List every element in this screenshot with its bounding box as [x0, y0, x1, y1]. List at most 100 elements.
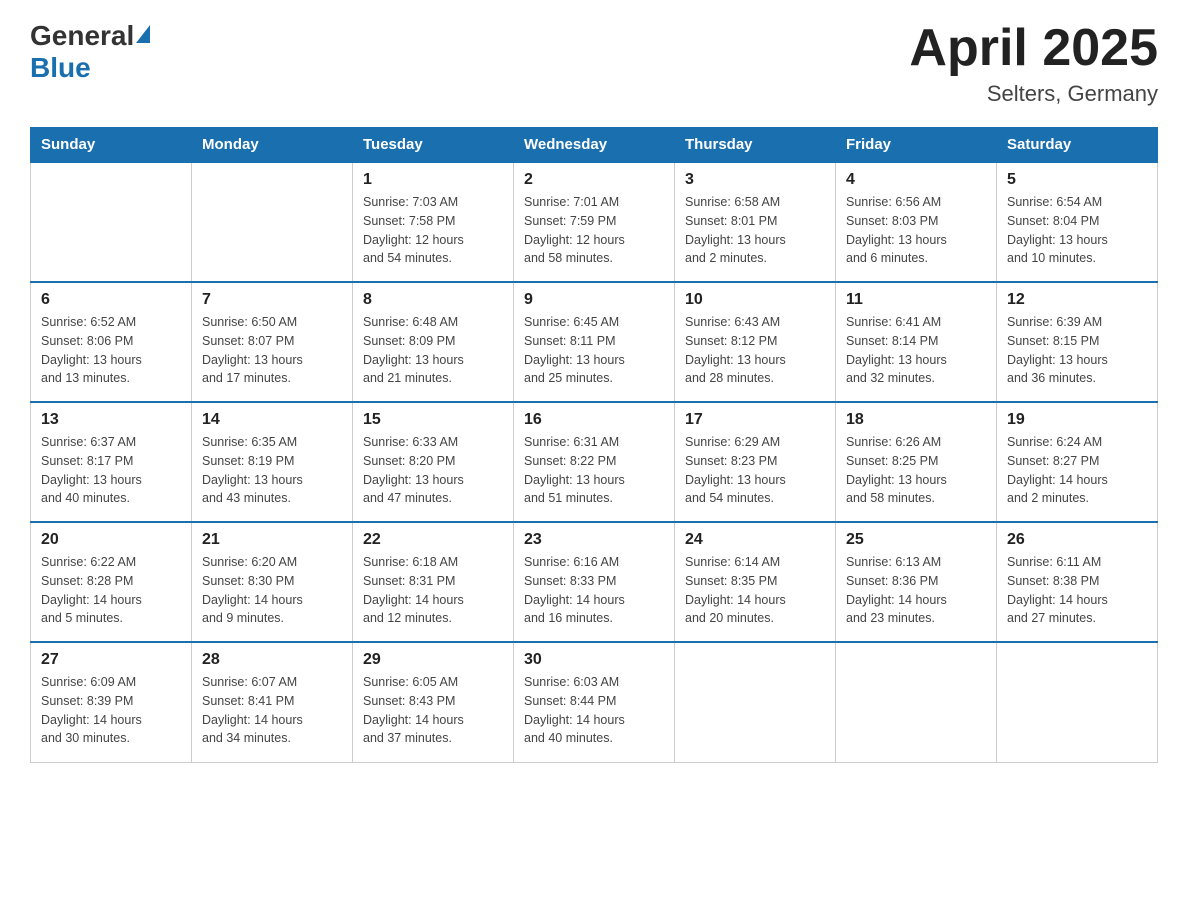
day-info: Sunrise: 6:52 AM Sunset: 8:06 PM Dayligh… [41, 313, 181, 388]
calendar-cell: 19 Sunrise: 6:24 AM Sunset: 8:27 PM Dayli… [997, 402, 1158, 522]
day-info: Sunrise: 6:13 AM Sunset: 8:36 PM Dayligh… [846, 553, 986, 628]
calendar-cell: 29 Sunrise: 6:05 AM Sunset: 8:43 PM Dayli… [353, 642, 514, 762]
logo-triangle-icon [136, 25, 150, 43]
calendar-cell: 25 Sunrise: 6:13 AM Sunset: 8:36 PM Dayli… [836, 522, 997, 642]
day-number: 10 [685, 291, 825, 309]
day-number: 8 [363, 291, 503, 309]
day-number: 25 [846, 531, 986, 549]
weekday-header-saturday: Saturday [997, 128, 1158, 163]
weekday-header-sunday: Sunday [31, 128, 192, 163]
day-number: 6 [41, 291, 181, 309]
weekday-header-wednesday: Wednesday [514, 128, 675, 163]
calendar-cell: 11 Sunrise: 6:41 AM Sunset: 8:14 PM Dayli… [836, 282, 997, 402]
day-number: 27 [41, 651, 181, 669]
day-info: Sunrise: 6:24 AM Sunset: 8:27 PM Dayligh… [1007, 433, 1147, 508]
calendar-cell: 13Sunrise: 6:37 AM Sunset: 8:17 PM Dayli… [31, 402, 192, 522]
day-number: 14 [202, 411, 342, 429]
weekday-header-monday: Monday [192, 128, 353, 163]
day-info: Sunrise: 6:31 AM Sunset: 8:22 PM Dayligh… [524, 433, 664, 508]
day-number: 9 [524, 291, 664, 309]
day-info: Sunrise: 6:50 AM Sunset: 8:07 PM Dayligh… [202, 313, 342, 388]
day-info: Sunrise: 6:18 AM Sunset: 8:31 PM Dayligh… [363, 553, 503, 628]
day-number: 12 [1007, 291, 1147, 309]
weekday-header-row: SundayMondayTuesdayWednesdayThursdayFrid… [31, 128, 1158, 163]
day-number: 1 [363, 171, 503, 189]
day-number: 5 [1007, 171, 1147, 189]
calendar-cell [675, 642, 836, 762]
day-info: Sunrise: 6:22 AM Sunset: 8:28 PM Dayligh… [41, 553, 181, 628]
day-info: Sunrise: 6:48 AM Sunset: 8:09 PM Dayligh… [363, 313, 503, 388]
month-year-title: April 2025 [909, 20, 1158, 77]
calendar-week-row: 27 Sunrise: 6:09 AM Sunset: 8:39 PM Dayli… [31, 642, 1158, 762]
calendar-cell: 4Sunrise: 6:56 AM Sunset: 8:03 PM Daylig… [836, 162, 997, 282]
day-number: 23 [524, 531, 664, 549]
calendar-cell: 8 Sunrise: 6:48 AM Sunset: 8:09 PM Daylig… [353, 282, 514, 402]
day-number: 20 [41, 531, 181, 549]
day-info: Sunrise: 6:09 AM Sunset: 8:39 PM Dayligh… [41, 673, 181, 748]
calendar-cell: 2 Sunrise: 7:01 AM Sunset: 7:59 PM Daylig… [514, 162, 675, 282]
calendar-title-area: April 2025 Selters, Germany [909, 20, 1158, 107]
day-number: 26 [1007, 531, 1147, 549]
calendar-cell: 26 Sunrise: 6:11 AM Sunset: 8:38 PM Dayli… [997, 522, 1158, 642]
calendar-cell [836, 642, 997, 762]
calendar-cell [192, 162, 353, 282]
calendar-cell: 12 Sunrise: 6:39 AM Sunset: 8:15 PM Dayli… [997, 282, 1158, 402]
weekday-header-friday: Friday [836, 128, 997, 163]
calendar-cell: 30 Sunrise: 6:03 AM Sunset: 8:44 PM Dayli… [514, 642, 675, 762]
day-number: 24 [685, 531, 825, 549]
calendar-cell: 16 Sunrise: 6:31 AM Sunset: 8:22 PM Dayli… [514, 402, 675, 522]
day-info: Sunrise: 6:11 AM Sunset: 8:38 PM Dayligh… [1007, 553, 1147, 628]
calendar-cell: 14 Sunrise: 6:35 AM Sunset: 8:19 PM Dayli… [192, 402, 353, 522]
day-info: Sunrise: 6:14 AM Sunset: 8:35 PM Dayligh… [685, 553, 825, 628]
day-info: Sunrise: 6:29 AM Sunset: 8:23 PM Dayligh… [685, 433, 825, 508]
day-info: Sunrise: 6:16 AM Sunset: 8:33 PM Dayligh… [524, 553, 664, 628]
day-number: 16 [524, 411, 664, 429]
day-number: 30 [524, 651, 664, 669]
page-header: General Blue April 2025 Selters, Germany [30, 20, 1158, 107]
location-subtitle: Selters, Germany [909, 81, 1158, 107]
weekday-header-tuesday: Tuesday [353, 128, 514, 163]
calendar-cell: 23 Sunrise: 6:16 AM Sunset: 8:33 PM Dayli… [514, 522, 675, 642]
calendar-week-row: 13Sunrise: 6:37 AM Sunset: 8:17 PM Dayli… [31, 402, 1158, 522]
logo: General Blue [30, 20, 150, 84]
calendar-cell: 22Sunrise: 6:18 AM Sunset: 8:31 PM Dayli… [353, 522, 514, 642]
calendar-cell [31, 162, 192, 282]
day-info: Sunrise: 6:07 AM Sunset: 8:41 PM Dayligh… [202, 673, 342, 748]
day-number: 19 [1007, 411, 1147, 429]
calendar-cell: 18Sunrise: 6:26 AM Sunset: 8:25 PM Dayli… [836, 402, 997, 522]
calendar-cell: 7 Sunrise: 6:50 AM Sunset: 8:07 PM Daylig… [192, 282, 353, 402]
day-number: 2 [524, 171, 664, 189]
calendar-cell: 5 Sunrise: 6:54 AM Sunset: 8:04 PM Daylig… [997, 162, 1158, 282]
day-info: Sunrise: 6:54 AM Sunset: 8:04 PM Dayligh… [1007, 193, 1147, 268]
calendar-cell: 10 Sunrise: 6:43 AM Sunset: 8:12 PM Dayli… [675, 282, 836, 402]
logo-general-text: General [30, 20, 134, 52]
calendar-week-row: 20 Sunrise: 6:22 AM Sunset: 8:28 PM Dayli… [31, 522, 1158, 642]
day-number: 21 [202, 531, 342, 549]
logo-blue-text: Blue [30, 52, 91, 84]
calendar-cell: 28 Sunrise: 6:07 AM Sunset: 8:41 PM Dayli… [192, 642, 353, 762]
calendar-cell: 15Sunrise: 6:33 AM Sunset: 8:20 PM Dayli… [353, 402, 514, 522]
calendar-cell [997, 642, 1158, 762]
day-info: Sunrise: 6:33 AM Sunset: 8:20 PM Dayligh… [363, 433, 503, 508]
calendar-cell: 3 Sunrise: 6:58 AM Sunset: 8:01 PM Daylig… [675, 162, 836, 282]
calendar-cell: 9 Sunrise: 6:45 AM Sunset: 8:11 PM Daylig… [514, 282, 675, 402]
calendar-week-row: 6 Sunrise: 6:52 AM Sunset: 8:06 PM Daylig… [31, 282, 1158, 402]
day-number: 28 [202, 651, 342, 669]
day-number: 7 [202, 291, 342, 309]
day-number: 13 [41, 411, 181, 429]
calendar-cell: 1Sunrise: 7:03 AM Sunset: 7:58 PM Daylig… [353, 162, 514, 282]
day-info: Sunrise: 7:01 AM Sunset: 7:59 PM Dayligh… [524, 193, 664, 268]
day-info: Sunrise: 6:39 AM Sunset: 8:15 PM Dayligh… [1007, 313, 1147, 388]
day-info: Sunrise: 6:35 AM Sunset: 8:19 PM Dayligh… [202, 433, 342, 508]
day-info: Sunrise: 6:03 AM Sunset: 8:44 PM Dayligh… [524, 673, 664, 748]
day-number: 11 [846, 291, 986, 309]
day-info: Sunrise: 6:43 AM Sunset: 8:12 PM Dayligh… [685, 313, 825, 388]
day-number: 29 [363, 651, 503, 669]
calendar-cell: 6 Sunrise: 6:52 AM Sunset: 8:06 PM Daylig… [31, 282, 192, 402]
day-info: Sunrise: 6:05 AM Sunset: 8:43 PM Dayligh… [363, 673, 503, 748]
day-info: Sunrise: 6:45 AM Sunset: 8:11 PM Dayligh… [524, 313, 664, 388]
day-number: 3 [685, 171, 825, 189]
day-info: Sunrise: 6:41 AM Sunset: 8:14 PM Dayligh… [846, 313, 986, 388]
day-number: 17 [685, 411, 825, 429]
day-info: Sunrise: 6:58 AM Sunset: 8:01 PM Dayligh… [685, 193, 825, 268]
